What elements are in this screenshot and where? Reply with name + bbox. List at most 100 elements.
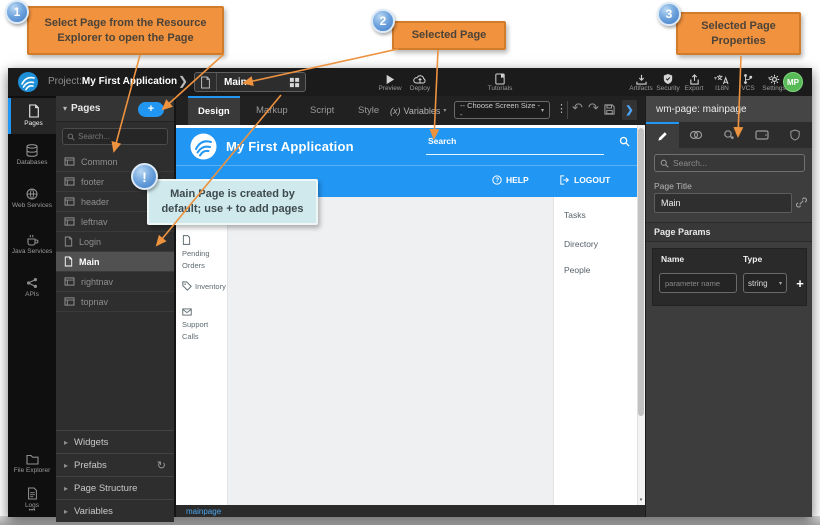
tab-properties[interactable] (646, 122, 679, 148)
file-explorer-folder-icon (26, 454, 39, 465)
top-bar: Project:My First Application ❯ Main Prev… (8, 68, 812, 96)
scrollbar-thumb[interactable] (638, 128, 644, 416)
search-gear-icon (723, 129, 735, 141)
panel-item-directory[interactable]: Directory (564, 239, 598, 249)
page-item-main[interactable]: Main (56, 252, 174, 272)
tab-device[interactable] (746, 122, 779, 148)
undo-button[interactable]: ↶ (572, 100, 583, 116)
scrollbar-down-arrow[interactable]: ▾ (637, 495, 645, 505)
section-prefabs[interactable]: ▸Prefabs↻ (56, 453, 174, 476)
logout-link[interactable]: LOGOUT (560, 175, 610, 185)
pages-search-input[interactable] (78, 132, 158, 141)
logs-icon (27, 487, 38, 500)
add-param-button[interactable]: + (793, 273, 807, 293)
search-icon[interactable] (619, 136, 630, 147)
tutorials-button[interactable]: Tutorials (480, 71, 520, 95)
param-type-select[interactable]: string ▾ (743, 273, 787, 293)
tab-markup[interactable]: Markup (246, 96, 298, 125)
caret-right-icon: ▸ (64, 461, 68, 470)
page-item-login[interactable]: Login (56, 232, 174, 252)
rail-item-databases[interactable]: Databases (8, 138, 56, 174)
canvas-toolbar: Design Markup Script Style (x) Variables… (176, 96, 645, 125)
help-icon: ? (492, 175, 502, 185)
variables-dropdown[interactable]: (x) Variables ▾ (390, 96, 446, 125)
section-page-structure[interactable]: ▸Page Structure (56, 476, 174, 499)
properties-header: wm-page: mainpage (646, 96, 812, 122)
column-name: Name (661, 254, 684, 264)
add-page-button[interactable]: + (138, 102, 164, 117)
shield-outline-icon (790, 129, 800, 141)
rail-more-button[interactable]: ••• (8, 506, 56, 517)
partial-icon (64, 197, 75, 206)
download-icon (636, 74, 647, 85)
tab-script[interactable]: Script (300, 96, 344, 125)
page-item-rightnav[interactable]: rightnav (56, 272, 174, 292)
caret-right-icon: ▸ (64, 438, 68, 447)
nav-item-pending-orders[interactable]: Pending Orders (182, 235, 226, 272)
canvas-statusbar: mainpage (176, 505, 645, 517)
annotation-note-symbol: ! (131, 163, 158, 190)
preview-content-area[interactable] (228, 197, 553, 505)
rail-item-java-services[interactable]: Java Services (8, 224, 56, 266)
rail-item-web-services[interactable]: Web Services (8, 178, 56, 220)
tab-events[interactable] (712, 122, 745, 148)
partial-icon (64, 297, 75, 306)
section-variables[interactable]: ▸Variables (56, 499, 174, 522)
section-widgets[interactable]: ▸Widgets (56, 430, 174, 453)
panel-item-tasks[interactable]: Tasks (564, 210, 586, 220)
ide-window: Project:My First Application ❯ Main Prev… (8, 68, 812, 517)
chevron-down-icon: ▾ (779, 280, 782, 287)
nav-item-support-calls[interactable]: Support Calls (182, 308, 226, 343)
nav-item-inventory[interactable]: Inventory (182, 281, 226, 293)
pages-panel: ▾ Pages + Common footer header leftnav L… (56, 96, 176, 517)
caret-right-icon: ▸ (64, 484, 68, 493)
preview-app-header: My First Application Search (176, 128, 637, 165)
wavemaker-logo-icon[interactable] (17, 71, 39, 93)
panel-item-people[interactable]: People (564, 265, 590, 275)
rail-item-file-explorer[interactable]: File Explorer (8, 448, 56, 482)
redo-button[interactable]: ↷ (588, 100, 599, 116)
styles-rings-icon (689, 130, 703, 140)
search-icon (67, 133, 75, 141)
tab-security[interactable] (779, 122, 812, 148)
help-link[interactable]: ? HELP (492, 175, 529, 185)
tab-styles[interactable] (679, 122, 712, 148)
pages-search[interactable] (62, 128, 168, 145)
properties-search[interactable] (654, 154, 805, 172)
chevron-down-icon: ▾ (541, 107, 544, 114)
tutorials-book-icon (495, 73, 505, 85)
grid-icon[interactable] (283, 77, 305, 88)
export-icon (689, 74, 700, 85)
screen-size-select[interactable]: -- Choose Screen Size -- ▾ (454, 101, 550, 119)
apis-icon (26, 277, 38, 289)
i18n-translate-icon (716, 74, 729, 85)
variables-x-icon: (x) (390, 106, 401, 116)
preview-search-underline (426, 154, 604, 155)
tag-icon (182, 281, 192, 291)
partial-icon (64, 157, 75, 166)
page-item-topnav[interactable]: topnav (56, 292, 174, 312)
page-icon (64, 256, 73, 267)
refresh-icon[interactable]: ↻ (157, 459, 166, 472)
properties-search-input[interactable] (673, 158, 788, 168)
save-button[interactable] (604, 104, 615, 115)
preview-search-label[interactable]: Search (428, 136, 456, 146)
statusbar-page-tab[interactable]: mainpage (186, 507, 221, 516)
tab-design[interactable]: Design (188, 96, 240, 125)
tab-style[interactable]: Style (348, 96, 389, 125)
partial-icon (64, 217, 75, 226)
resource-rail: Pages Databases Web Services Java Servic… (8, 96, 56, 517)
user-avatar[interactable]: MP (783, 72, 803, 92)
rail-item-pages[interactable]: Pages (8, 98, 56, 134)
rail-item-apis[interactable]: APIs (8, 270, 56, 306)
column-type: Type (743, 254, 762, 264)
open-page-tab[interactable]: Main (194, 72, 306, 92)
param-name-input[interactable] (659, 273, 737, 293)
collapse-panel-button[interactable]: ❯ (622, 100, 637, 120)
page-params-table: Name Type string ▾ + (652, 248, 807, 306)
bind-link-icon[interactable] (796, 197, 807, 208)
more-options-button[interactable]: ⋮ (556, 102, 567, 115)
deploy-button[interactable]: Deploy (400, 71, 440, 95)
page-title-input[interactable] (654, 193, 792, 213)
preview-right-panel: Tasks Directory People (553, 197, 637, 505)
